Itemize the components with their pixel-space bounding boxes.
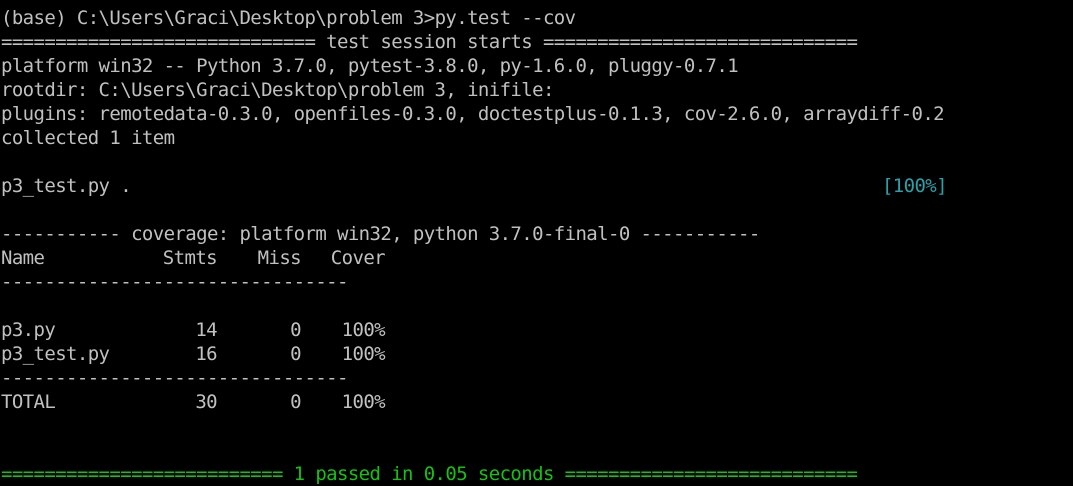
total-name: TOTAL	[1, 391, 56, 413]
coverage-table-header: Name Stmts Miss Cover	[1, 246, 1073, 270]
total-cover: 100%	[341, 391, 386, 413]
command-line: (base) C:\Users\Graci\Desktop\problem 3>…	[1, 6, 1073, 30]
row-stmts: 16	[195, 343, 217, 365]
row-stmts: 14	[195, 319, 217, 341]
row-miss: 0	[290, 343, 301, 365]
row-cover: 100%	[341, 319, 386, 341]
coverage-separator: --------------------------------	[1, 271, 348, 293]
rootdir-line: rootdir: C:\Users\Graci\Desktop\problem …	[1, 79, 554, 101]
row-cover: 100%	[341, 343, 386, 365]
row-name: p3_test.py	[1, 343, 110, 365]
progress-indicator: [100%]	[881, 175, 947, 197]
total-stmts: 30	[195, 391, 217, 413]
terminal-window[interactable]: (base) C:\Users\Graci\Desktop\problem 3>…	[0, 0, 1073, 485]
column-header-miss: Miss	[257, 247, 302, 269]
summary-line: ========================== 1 passed in 0…	[1, 463, 858, 485]
prompt-text: (base) C:\Users\Graci\Desktop\problem 3>	[1, 7, 435, 29]
plugins-line: plugins: remotedata-0.3.0, openfiles-0.3…	[1, 103, 945, 125]
table-total-row: TOTAL 30 0 100%	[1, 390, 1073, 414]
row-miss: 0	[290, 319, 301, 341]
column-header-stmts: Stmts	[162, 247, 218, 269]
platform-line: platform win32 -- Python 3.7.0, pytest-3…	[1, 55, 739, 77]
collected-line: collected 1 item	[1, 127, 175, 149]
command-text: py.test --cov	[434, 7, 577, 29]
column-header-name: Name	[1, 247, 45, 269]
column-header-cover: Cover	[330, 247, 386, 269]
coverage-separator: --------------------------------	[1, 367, 348, 389]
table-row: p3.py 14 0 100%	[1, 318, 1073, 342]
session-header: ============================= test sessi…	[1, 31, 858, 53]
row-name: p3.py	[1, 319, 56, 341]
test-result-line: p3_test.py . [100%]	[1, 174, 947, 198]
coverage-header: ----------- coverage: platform win32, py…	[1, 223, 760, 245]
test-file-result: p3_test.py .	[1, 175, 132, 197]
total-miss: 0	[290, 391, 301, 413]
table-row: p3_test.py 16 0 100%	[1, 342, 1073, 366]
